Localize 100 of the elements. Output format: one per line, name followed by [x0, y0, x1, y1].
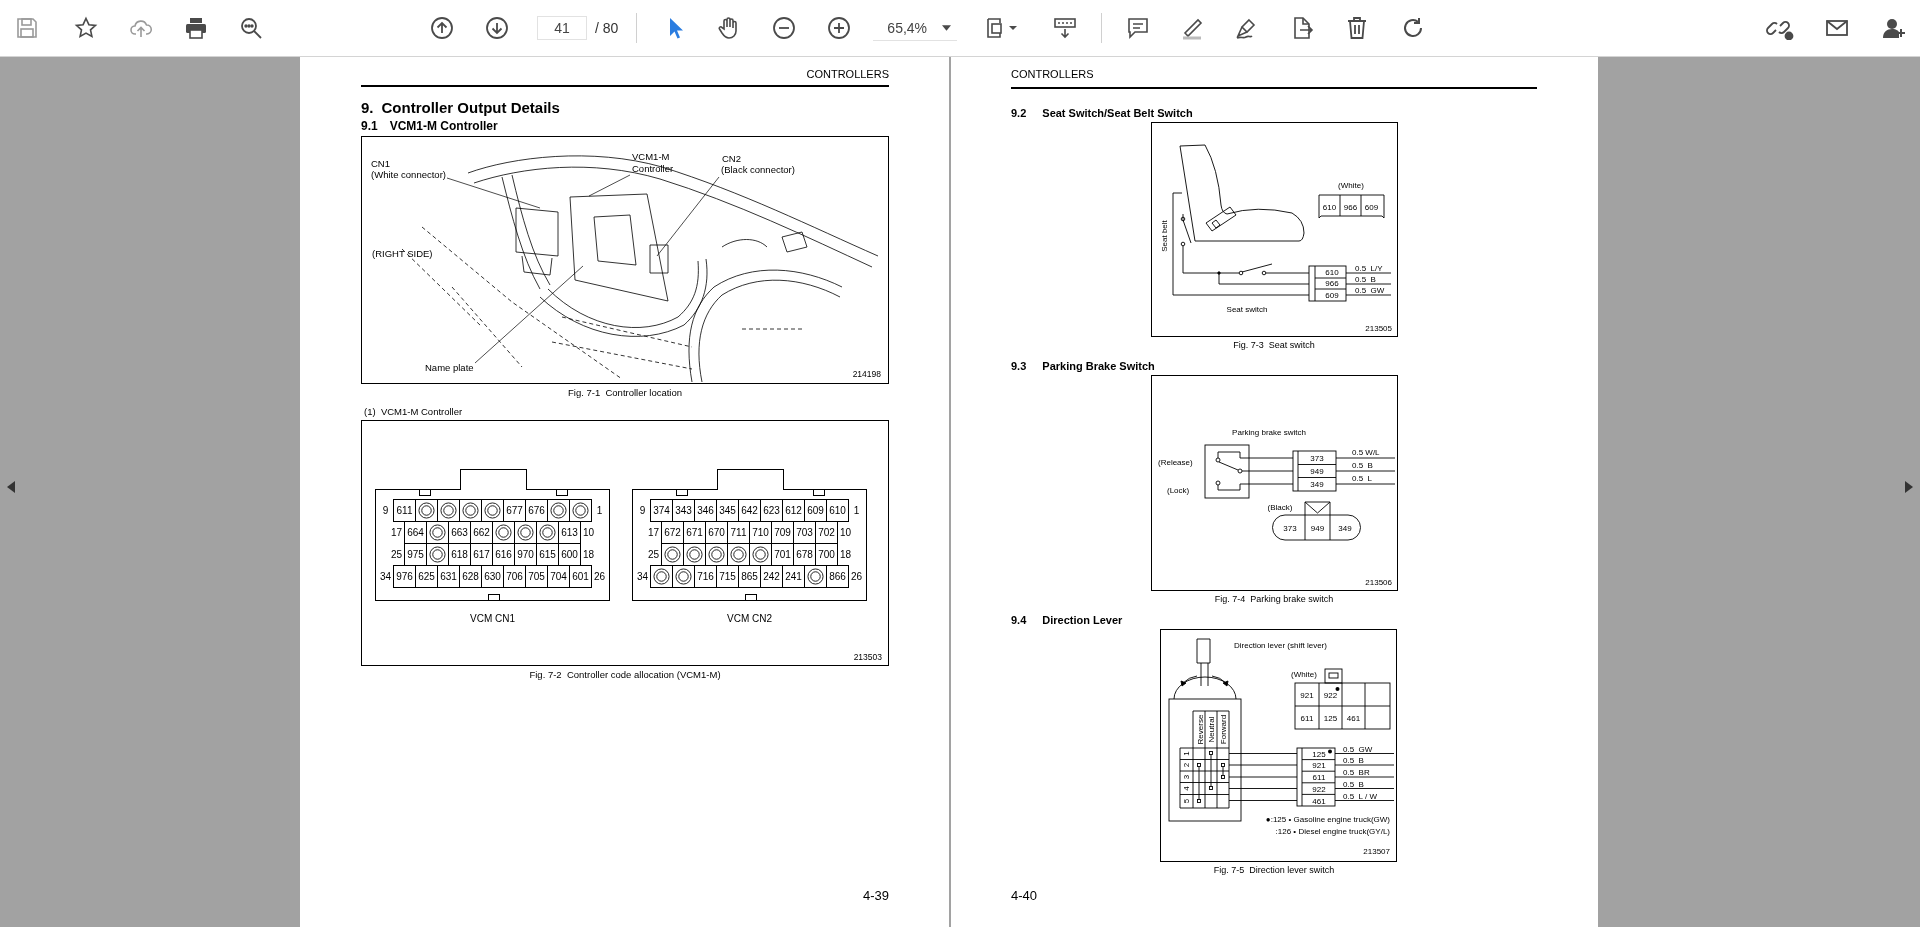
wire-spec: 0.5 B	[1342, 779, 1364, 789]
wire-spec: 0.5 L	[1351, 474, 1372, 483]
column-header: Reverse	[1195, 714, 1204, 745]
section-number: 9.3	[1011, 360, 1027, 373]
terminal-cell: 664	[404, 521, 427, 544]
callout-label: (Black connector)	[721, 164, 795, 175]
pin-label: 461	[1311, 797, 1326, 806]
pin-label: 966	[1324, 279, 1339, 288]
figure-code: 213503	[853, 652, 882, 662]
pin-label: 125	[1311, 749, 1326, 759]
pin-number: 1	[852, 504, 861, 518]
wire-spec: 0.5 B	[1342, 756, 1364, 765]
position-label: (Release)	[1157, 458, 1193, 467]
terminal-cell: 613	[558, 521, 581, 544]
wire-spec: 0.5 L/Y	[1354, 264, 1383, 273]
callout-label: Name plate	[425, 362, 474, 373]
pin-label: 949	[1309, 467, 1324, 476]
section-heading: VCM1-M Controller	[389, 119, 498, 133]
terminal-cell: 702	[815, 521, 838, 544]
figure-caption: Fig. 7-1 Controller location	[566, 387, 684, 399]
pin-number: 34	[635, 570, 650, 584]
figure-caption: Fig. 7-2 Controller code allocation (VCM1-M)	[528, 669, 722, 681]
pin-label: 610	[1324, 268, 1339, 277]
figure-code: 213507	[1362, 847, 1390, 856]
pin-label: 922	[1323, 691, 1337, 700]
section-heading: Parking Brake Switch	[1042, 360, 1155, 373]
terminal-cell: 601	[569, 565, 592, 588]
pin-label: 966	[1343, 203, 1357, 212]
heading-number: 9.	[361, 99, 374, 117]
figure-caption: Fig. 7-4 Parking brake switch	[1213, 593, 1335, 605]
connector-drawing	[1296, 747, 1335, 807]
pin-label: 349	[1337, 524, 1352, 533]
pin-number: 26	[849, 570, 864, 584]
caret-icon	[942, 24, 952, 31]
section-number: 9.4	[1011, 614, 1027, 627]
column-header: Neutral	[1206, 716, 1216, 743]
right-arrow-icon[interactable]	[1905, 481, 1913, 493]
position-number: 1	[1181, 751, 1191, 756]
pin-label: 921	[1311, 761, 1326, 770]
callout-label: Controller	[632, 163, 674, 174]
figure-code: 214198	[852, 369, 881, 379]
pin-number: 9	[381, 504, 390, 518]
previous-page-icon[interactable]	[428, 14, 456, 42]
left-arrow-icon[interactable]	[7, 481, 15, 493]
wire-spec: 0.5 GW	[1342, 744, 1372, 754]
pin-number: 25	[389, 548, 404, 562]
page-number: 4-39	[861, 888, 889, 903]
connector-color-label: (White)	[1337, 181, 1364, 190]
figure-caption: Fig. 7-5 Direction lever switch	[1212, 864, 1336, 876]
figure-caption: Fig. 7-3 Seat switch	[1232, 339, 1316, 351]
connector-label: VCM CN2	[726, 613, 773, 624]
terminal-cell: 866	[826, 565, 849, 588]
wire-spec: 0.5 B	[1351, 461, 1373, 470]
connector-drawing	[1292, 450, 1336, 492]
pin-number: 17	[646, 526, 661, 540]
running-header: CONTROLLERS	[361, 68, 889, 87]
position-number: 3	[1181, 774, 1191, 780]
page-number: 4-40	[1011, 888, 1039, 903]
section-number: 9.1	[361, 119, 378, 133]
page-number-field[interactable]: 41	[537, 16, 587, 40]
terminal-cell: 610	[826, 499, 849, 522]
lever-label: Direction lever (shift lever)	[1233, 641, 1327, 650]
wire-spec: 0.5 W/L	[1351, 448, 1380, 457]
terminal-cell: 976	[393, 565, 416, 588]
seat-belt-label: Seat belt	[1159, 220, 1169, 252]
terminal-cell: 600	[558, 543, 581, 566]
position-number: 2	[1181, 762, 1191, 768]
pin-label: 349	[1309, 480, 1324, 489]
wire-spec: 0.5 B	[1354, 275, 1376, 284]
figure-code: 213506	[1364, 578, 1392, 587]
pin-number: 26	[592, 570, 607, 584]
pin-label: 609	[1364, 203, 1378, 212]
pin-number: 10	[838, 526, 853, 540]
terminal-cell: 611	[393, 499, 416, 522]
pin-label: 373	[1282, 524, 1297, 533]
pin-number: 25	[646, 548, 661, 562]
callout-label: (White connector)	[371, 169, 446, 180]
section-number: 9.2	[1011, 107, 1027, 120]
next-page-icon[interactable]	[483, 14, 511, 42]
switch-label: Seat switch	[1226, 305, 1267, 314]
footnote: ●:125 • Gasoline engine truck(GW)	[1265, 815, 1390, 824]
pin-number: 18	[838, 548, 853, 562]
section-heading: Direction Lever	[1042, 614, 1123, 627]
callout-label: (RIGHT SIDE)	[372, 248, 433, 259]
pin-label: 949	[1310, 524, 1324, 533]
terminal-cell: 700	[815, 543, 838, 566]
leader-line	[588, 174, 631, 197]
figure-code: 213505	[1364, 324, 1392, 333]
pin-label: 373	[1309, 454, 1324, 463]
pin-label: 922	[1311, 784, 1326, 794]
position-number: 4	[1181, 786, 1191, 791]
terminal-cell: 975	[404, 543, 427, 566]
zoom-dropdown[interactable]: 65,4%	[873, 15, 958, 41]
pin-number: 10	[581, 526, 596, 540]
pin-label: 609	[1324, 291, 1339, 300]
pin-label: 611	[1312, 773, 1325, 782]
connector-label: VCM CN1	[469, 613, 516, 624]
pin-label: 610	[1322, 203, 1336, 212]
position-label: (Lock)	[1166, 486, 1189, 495]
pin-number: 1	[595, 504, 604, 518]
